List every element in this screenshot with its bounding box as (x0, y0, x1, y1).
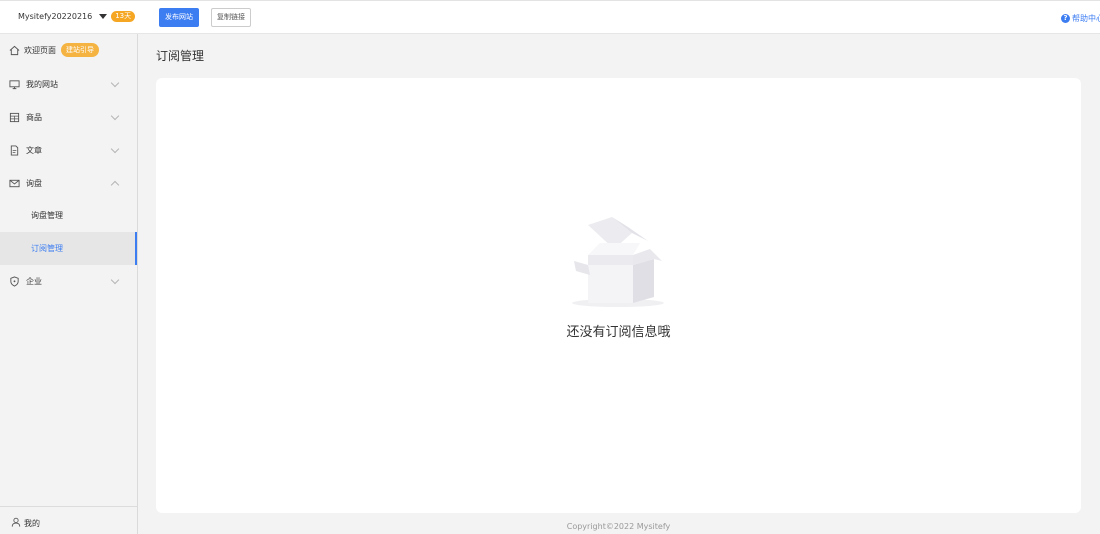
sidebar-profile-link[interactable]: 我的 (0, 506, 137, 534)
chevron-down-icon (110, 144, 120, 154)
top-bar: Mysitefy20220216 13天 发布网站 复制链接 ? 帮助中心 (0, 0, 1100, 34)
sidebar-subitem-label: 询盘管理 (31, 211, 63, 220)
page-title: 订阅管理 (156, 49, 205, 63)
sidebar-subitem-subscription-management[interactable]: 订阅管理 (0, 232, 137, 265)
chevron-down-icon (110, 78, 120, 88)
days-remaining-badge: 13天 (111, 11, 136, 22)
site-guide-badge[interactable]: 建站引导 (61, 43, 99, 57)
sidebar-item-inquiry[interactable]: 询盘 (0, 167, 137, 200)
sidebar-item-label: 询盘 (26, 179, 42, 188)
sidebar-item-my-website[interactable]: 我的网站 (0, 68, 137, 101)
sidebar: 欢迎页面 建站引导 我的网站 商品 文章 询盘 询盘管理 订阅管理 企业 我的 (0, 34, 138, 534)
profile-label: 我的 (24, 519, 40, 528)
sidebar-item-label: 企业 (26, 277, 42, 286)
help-center-label: 帮助中心 (1072, 14, 1100, 23)
sidebar-subitem-label: 订阅管理 (31, 244, 63, 253)
chevron-down-icon (110, 275, 120, 285)
home-icon (9, 45, 20, 56)
sidebar-item-welcome[interactable]: 欢迎页面 建站引导 (0, 34, 137, 67)
chevron-down-icon (110, 111, 120, 121)
sidebar-item-label: 欢迎页面 (24, 46, 56, 55)
sidebar-item-label: 我的网站 (26, 80, 58, 89)
site-name: Mysitefy20220216 (18, 12, 93, 21)
help-icon: ? (1061, 14, 1070, 23)
shield-icon (10, 276, 19, 287)
sidebar-item-enterprise[interactable]: 企业 (0, 265, 137, 298)
chevron-up-icon (110, 180, 120, 190)
publish-website-button[interactable]: 发布网站 (159, 8, 199, 27)
sidebar-item-label: 商品 (26, 113, 42, 122)
empty-box-icon (572, 217, 664, 307)
mail-icon (9, 179, 20, 188)
sidebar-subitem-inquiry-management[interactable]: 询盘管理 (0, 199, 137, 232)
content-card: 还没有订阅信息哦 (156, 78, 1081, 513)
help-center-link[interactable]: ? 帮助中心 (1061, 13, 1100, 24)
user-icon (11, 517, 21, 527)
empty-state-message: 还没有订阅信息哦 (566, 325, 671, 340)
copy-link-button[interactable]: 复制链接 (211, 8, 251, 27)
site-selector[interactable]: Mysitefy20220216 13天 (18, 11, 136, 22)
document-icon (10, 145, 19, 156)
footer-copyright: Copyright©2022 Mysitefy (566, 522, 671, 531)
sidebar-item-label: 文章 (26, 146, 42, 155)
sidebar-item-articles[interactable]: 文章 (0, 134, 137, 167)
caret-down-icon (99, 14, 108, 19)
sidebar-item-products[interactable]: 商品 (0, 101, 137, 134)
monitor-icon (9, 80, 20, 90)
grid-icon (9, 112, 20, 123)
